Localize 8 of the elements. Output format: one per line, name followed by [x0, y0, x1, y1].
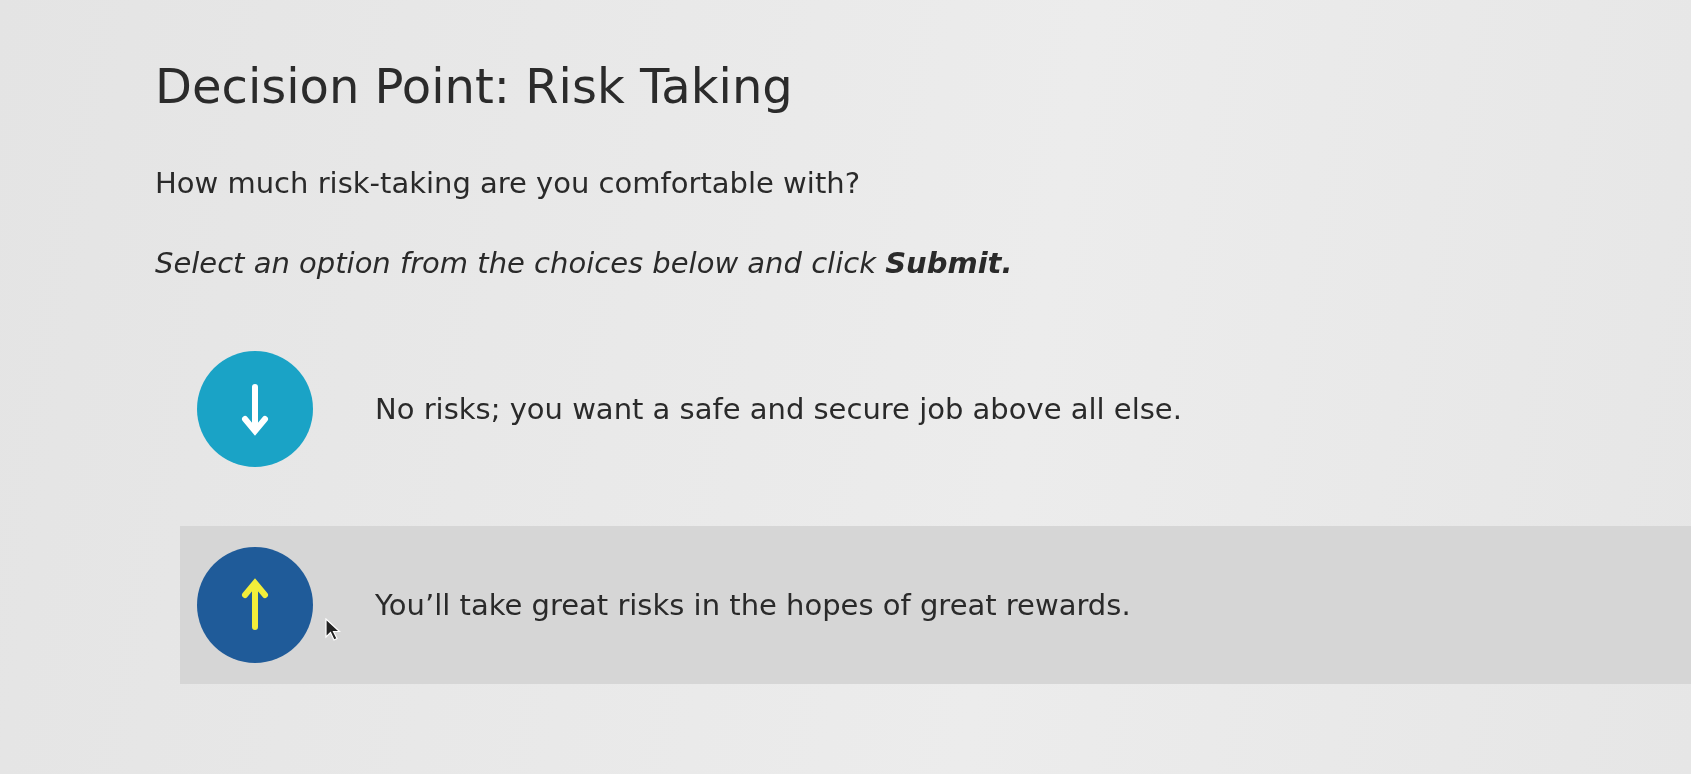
page-title: Decision Point: Risk Taking: [155, 58, 794, 114]
instruction-text: Select an option from the choices below and click Submit.: [155, 246, 1014, 280]
option-label: No risks; you want a safe and secure job above all else.: [375, 392, 1182, 426]
option-row[interactable]: You’ll take great risks in the hopes of great rewards.: [180, 526, 1691, 684]
option-row[interactable]: No risks; you want a safe and secure job above all else.: [180, 330, 1691, 488]
mouse-pointer-icon: [325, 618, 341, 642]
option-label: You’ll take great risks in the hopes of great rewards.: [375, 588, 1131, 622]
question-text: How much risk-taking are you comfortable with?: [155, 166, 862, 200]
